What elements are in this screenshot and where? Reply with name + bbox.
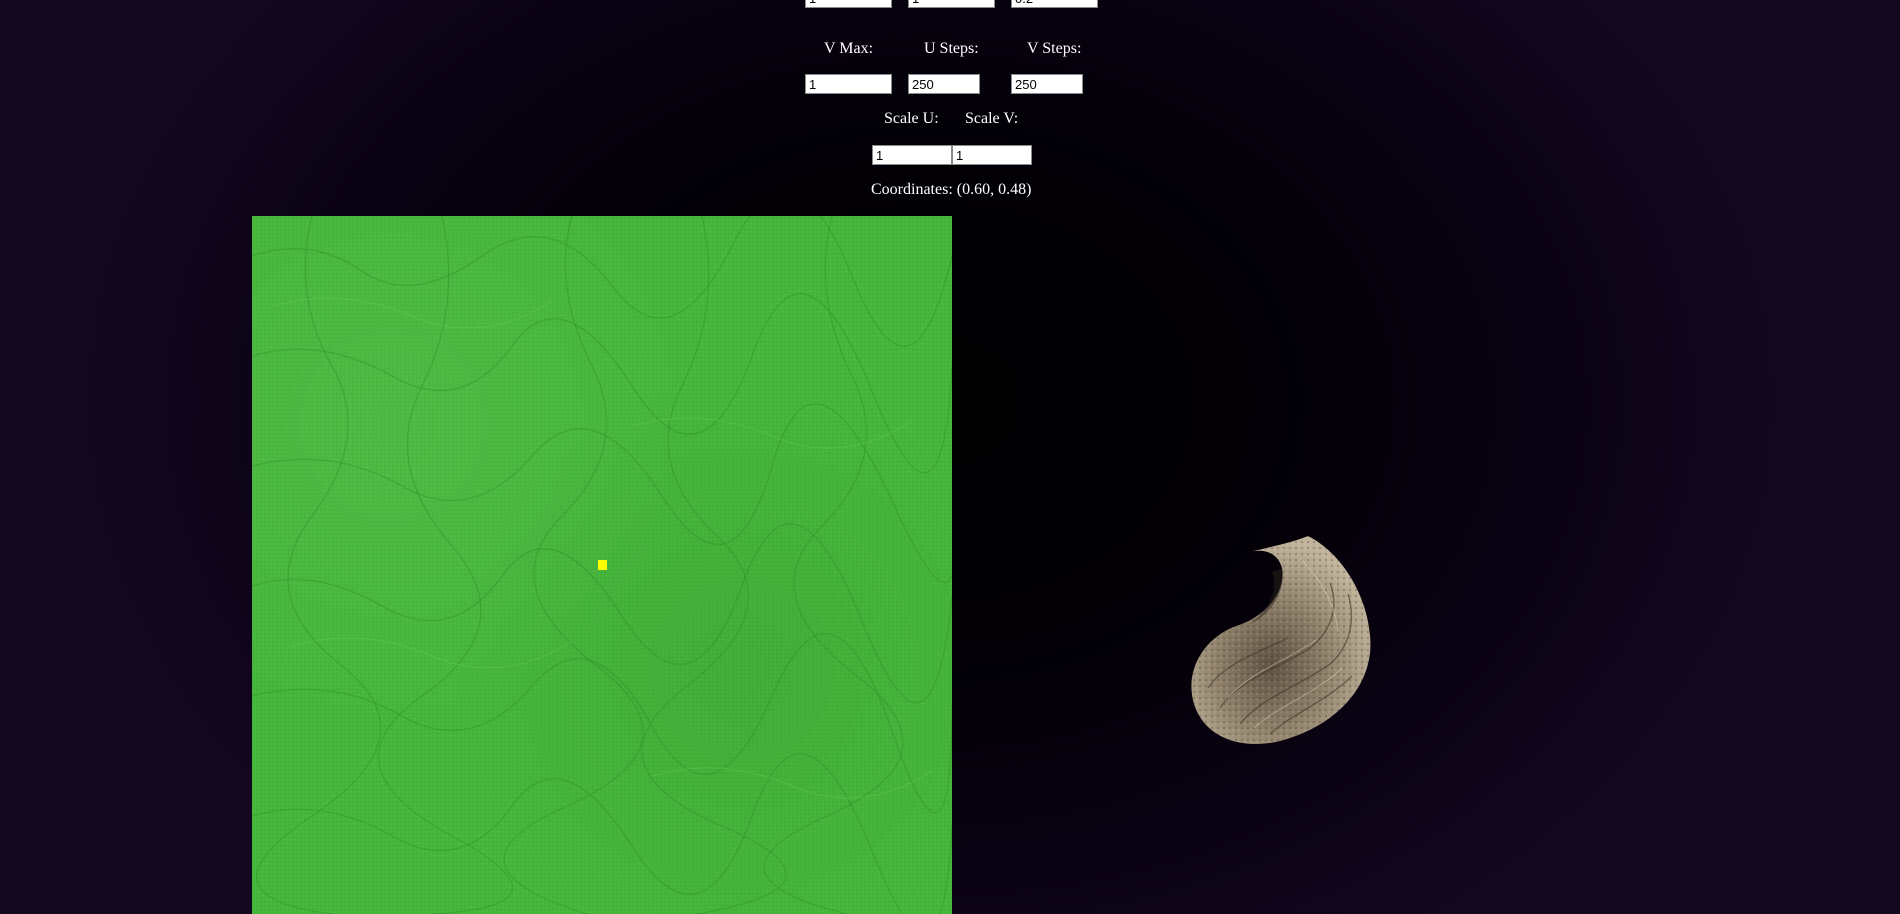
scale-u-input[interactable] (872, 145, 952, 165)
scale-v-input[interactable] (952, 145, 1032, 165)
u-steps-input[interactable] (908, 74, 980, 94)
param-input-3[interactable] (1011, 0, 1098, 8)
param-input-1[interactable] (805, 0, 892, 8)
v-steps-label: V Steps: (1027, 40, 1082, 57)
v-steps-input[interactable] (1011, 74, 1083, 94)
v-max-label: V Max: (824, 40, 874, 57)
scale-v-label: Scale V: (965, 110, 1019, 127)
param-input-2[interactable] (908, 0, 995, 8)
scale-u-label: Scale U: (884, 110, 939, 127)
coordinates-readout: Coordinates: (0.60, 0.48) (871, 181, 1032, 198)
uv-position-marker[interactable] (598, 560, 607, 570)
spiral-shell-surface[interactable] (1180, 528, 1380, 768)
texture-uv-canvas[interactable] (252, 216, 952, 914)
u-steps-label: U Steps: (924, 40, 979, 57)
v-max-input[interactable] (805, 74, 892, 94)
